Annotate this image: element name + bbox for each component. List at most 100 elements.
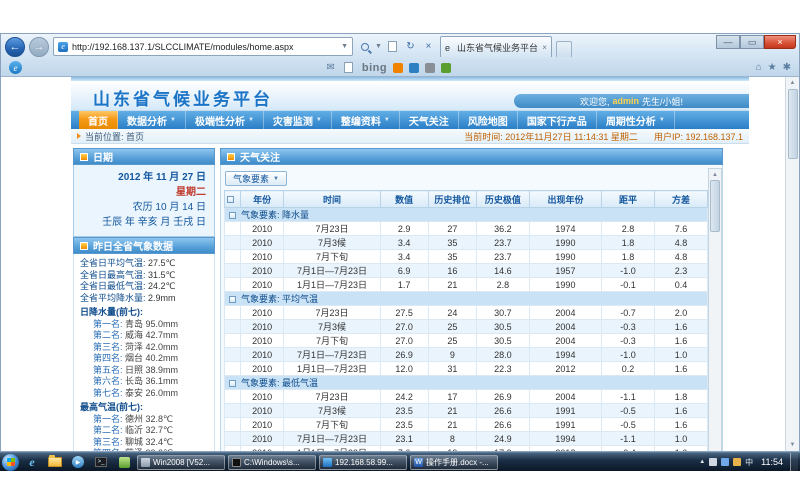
table-row[interactable]: 20107月3候23.52126.61991-0.51.6 xyxy=(225,404,708,418)
msn-icon[interactable]: e xyxy=(9,61,22,74)
table-group-row[interactable]: 气象要素: 最低气温 xyxy=(225,376,708,390)
table-row[interactable]: 20107月23日24.21726.92004-1.11.8 xyxy=(225,390,708,404)
table-row[interactable]: 20101月1日—7月23日7.61917.32012-0.41.6 xyxy=(225,446,708,452)
tray-icon[interactable] xyxy=(709,458,717,466)
forward-button[interactable]: → xyxy=(29,37,49,57)
show-desktop-button[interactable] xyxy=(790,453,798,472)
row-select-cell[interactable] xyxy=(225,418,241,432)
table-row[interactable]: 20107月下旬23.52126.61991-0.51.6 xyxy=(225,418,708,432)
element-filter-button[interactable]: 气象要素 ▼ xyxy=(225,171,287,186)
row-select-cell[interactable] xyxy=(225,390,241,404)
tray-icon[interactable] xyxy=(733,458,741,466)
table-row[interactable]: 20107月下旬3.43523.719901.84.8 xyxy=(225,250,708,264)
taskbar-console-icon[interactable]: >_ xyxy=(91,455,111,470)
column-header[interactable]: 方差 xyxy=(655,191,708,208)
nav-item[interactable]: 首页 xyxy=(79,111,118,129)
row-select-cell[interactable] xyxy=(225,334,241,348)
table-row[interactable]: 20107月1日—7月23日26.9928.01994-1.01.0 xyxy=(225,348,708,362)
table-row[interactable]: 20107月1日—7月23日23.1824.91994-1.11.0 xyxy=(225,432,708,446)
row-select-cell[interactable] xyxy=(225,404,241,418)
scroll-up-icon[interactable]: ▲ xyxy=(790,77,796,89)
autocomplete-dropdown-icon[interactable]: ▼ xyxy=(341,43,348,50)
row-select-cell[interactable] xyxy=(225,306,241,320)
collapse-icon[interactable] xyxy=(229,296,236,303)
home-icon[interactable]: ⌂ xyxy=(756,62,762,73)
tools-app-icon[interactable] xyxy=(425,63,435,73)
favorites-star-icon[interactable]: ★ xyxy=(768,62,777,73)
taskbar-window-button[interactable]: 192.168.58.99... xyxy=(319,455,407,470)
nav-item[interactable]: 周期性分析▼ xyxy=(597,111,675,129)
collapse-icon[interactable] xyxy=(229,212,236,219)
search-icon[interactable] xyxy=(357,39,372,54)
table-row[interactable]: 20101月1日—7月23日12.03122.320120.21.6 xyxy=(225,362,708,376)
taskbar-explorer-icon[interactable] xyxy=(45,455,65,470)
column-header[interactable]: 数值 xyxy=(380,191,428,208)
scroll-down-icon[interactable]: ▼ xyxy=(790,439,796,451)
compatibility-view-icon[interactable] xyxy=(385,39,400,54)
taskbar-window-button[interactable]: C:\Windows\s... xyxy=(228,455,316,470)
nav-item[interactable]: 整编资料▼ xyxy=(332,111,400,129)
row-select-cell[interactable] xyxy=(225,236,241,250)
row-select-cell[interactable] xyxy=(225,222,241,236)
nav-item[interactable]: 风险地图 xyxy=(459,111,518,129)
nav-item[interactable]: 极端性分析▼ xyxy=(186,111,264,129)
table-row[interactable]: 20107月3候27.02530.52004-0.31.6 xyxy=(225,320,708,334)
taskbar-window-button[interactable]: Win2008 [V52... xyxy=(137,455,225,470)
stop-icon[interactable]: × xyxy=(421,39,436,54)
table-row[interactable]: 20101月1日—7月23日1.7212.81990-0.10.4 xyxy=(225,278,708,292)
browser-scrollbar[interactable]: ▲ ▼ xyxy=(785,77,799,451)
row-select-cell[interactable] xyxy=(225,348,241,362)
scrollbar-thumb[interactable] xyxy=(788,89,798,159)
minimize-button[interactable]: — xyxy=(716,35,740,49)
taskbar-window-button[interactable]: W操作手册.docx -... xyxy=(410,455,498,470)
tab-close-icon[interactable]: × xyxy=(542,43,547,52)
share-app-icon[interactable] xyxy=(441,63,451,73)
column-header[interactable]: 历史排位 xyxy=(428,191,476,208)
url-text[interactable]: http://192.168.137.1/SLCCLIMATE/modules/… xyxy=(72,42,337,52)
table-scrollbar[interactable]: ▲ ▼ xyxy=(708,168,722,451)
nav-item[interactable]: 国家下行产品 xyxy=(518,111,597,129)
column-header[interactable]: 历史极值 xyxy=(476,191,529,208)
bing-app-icon[interactable] xyxy=(393,63,403,73)
start-button[interactable] xyxy=(2,454,19,471)
taskbar-app-icon[interactable] xyxy=(114,455,134,470)
scrollbar-thumb[interactable] xyxy=(710,180,720,232)
table-row[interactable]: 20107月1日—7月23日6.91614.61957-1.02.3 xyxy=(225,264,708,278)
hidden-icons-chevron[interactable]: ▲ xyxy=(699,459,705,465)
nav-item[interactable]: 数据分析▼ xyxy=(118,111,186,129)
row-select-cell[interactable] xyxy=(225,362,241,376)
table-row[interactable]: 20107月23日27.52430.72004-0.72.0 xyxy=(225,306,708,320)
select-all-cell[interactable] xyxy=(225,191,241,208)
row-select-cell[interactable] xyxy=(225,432,241,446)
row-select-cell[interactable] xyxy=(225,250,241,264)
checkbox-icon[interactable] xyxy=(227,196,234,203)
row-select-cell[interactable] xyxy=(225,320,241,334)
taskbar-media-player-icon[interactable]: ▶ xyxy=(68,455,88,470)
close-button[interactable]: × xyxy=(764,35,796,49)
column-header[interactable]: 时间 xyxy=(284,191,380,208)
mail-icon[interactable]: ✉ xyxy=(326,62,334,73)
nav-item[interactable]: 灾害监测▼ xyxy=(264,111,332,129)
refresh-icon[interactable]: ↻ xyxy=(403,39,418,54)
nav-item[interactable]: 天气关注 xyxy=(400,111,459,129)
taskbar-ie-icon[interactable]: e xyxy=(22,455,42,470)
new-tab-button[interactable] xyxy=(556,41,572,57)
scroll-up-icon[interactable]: ▲ xyxy=(712,169,718,180)
ime-indicator[interactable]: 中 xyxy=(745,457,753,468)
table-row[interactable]: 20107月3候3.43523.719901.84.8 xyxy=(225,236,708,250)
messenger-icon[interactable] xyxy=(409,63,419,73)
row-select-cell[interactable] xyxy=(225,264,241,278)
address-bar[interactable]: e http://192.168.137.1/SLCCLIMATE/module… xyxy=(53,37,353,56)
tray-icon[interactable] xyxy=(721,458,729,466)
table-group-row[interactable]: 气象要素: 降水量 xyxy=(225,208,708,222)
column-header[interactable]: 年份 xyxy=(241,191,284,208)
search-dropdown-icon[interactable]: ▼ xyxy=(375,43,382,50)
column-header[interactable]: 出现年份 xyxy=(529,191,601,208)
back-button[interactable]: ← xyxy=(5,37,25,57)
table-group-row[interactable]: 气象要素: 平均气温 xyxy=(225,292,708,306)
row-select-cell[interactable] xyxy=(225,278,241,292)
collapse-icon[interactable] xyxy=(229,380,236,387)
table-row[interactable]: 20107月下旬27.02530.52004-0.31.6 xyxy=(225,334,708,348)
browser-tab[interactable]: e 山东省气候业务平台 × xyxy=(440,36,552,57)
print-icon[interactable] xyxy=(341,60,356,75)
